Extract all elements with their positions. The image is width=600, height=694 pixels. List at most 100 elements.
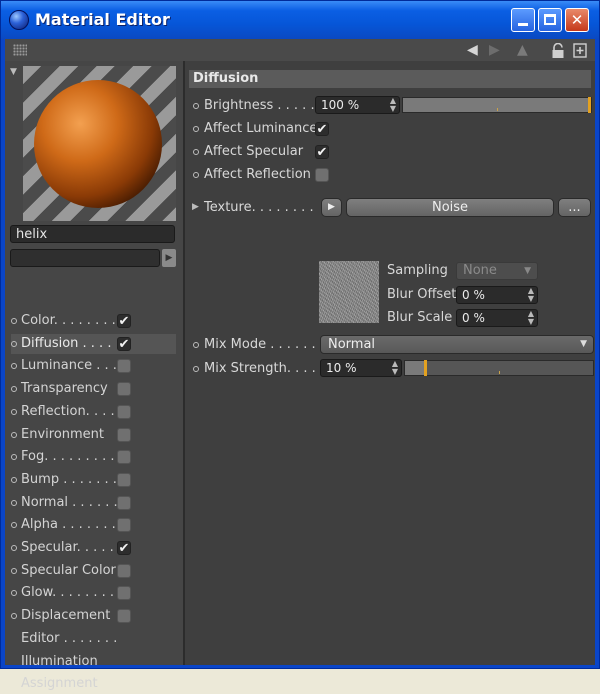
- affect-specular-label: Affect Specular: [204, 144, 304, 159]
- channel-dot-icon: [11, 567, 17, 574]
- channel-dot-icon: [11, 386, 17, 393]
- texture-more-button[interactable]: ...: [558, 198, 591, 217]
- texture-row: ▶ Texture. . . . . . . . ▶ Noise ...: [189, 198, 593, 218]
- spinner-icon[interactable]: ▲ ▼: [390, 97, 396, 113]
- channel-checkbox[interactable]: [117, 359, 131, 374]
- spinner-icon[interactable]: ▲ ▼: [528, 310, 534, 326]
- channel-item[interactable]: Alpha . . . . . . .: [11, 515, 176, 535]
- texture-noise-button[interactable]: Noise: [346, 198, 554, 217]
- channel-label: Normal . . . . . .: [21, 494, 118, 510]
- channel-item[interactable]: Fog. . . . . . . . .: [11, 447, 176, 467]
- slider-handle[interactable]: [588, 97, 591, 113]
- channel-checkbox[interactable]: ✔: [117, 336, 131, 351]
- preview-menu-icon[interactable]: ▼: [10, 67, 17, 77]
- channel-checkbox[interactable]: ✔: [117, 541, 131, 555]
- affect-specular-checkbox[interactable]: ✔: [315, 145, 329, 159]
- channel-checkbox[interactable]: [117, 472, 131, 487]
- mix-strength-slider[interactable]: [404, 360, 594, 376]
- channel-label: Specular. . . . .: [21, 540, 114, 555]
- dropdown-arrow-icon[interactable]: ▶: [162, 249, 176, 267]
- channel-item[interactable]: Diffusion . . . . . ✔: [11, 333, 176, 354]
- close-button[interactable]: ✕: [565, 8, 589, 32]
- animate-dot-icon[interactable]: [193, 103, 199, 109]
- channel-item[interactable]: Color. . . . . . . . ✔: [11, 311, 176, 331]
- channel-dot-icon: [11, 522, 17, 529]
- blur-scale-input[interactable]: 0 % ▲ ▼: [456, 309, 538, 327]
- blur-offset-input[interactable]: 0 % ▲ ▼: [456, 286, 538, 304]
- channel-checkbox[interactable]: [117, 609, 131, 624]
- channel-dot-icon: [11, 454, 17, 461]
- channel-item[interactable]: Normal . . . . . .: [11, 493, 176, 513]
- animate-dot-icon[interactable]: [193, 366, 199, 372]
- affect-reflection-row: Affect Reflection: [189, 165, 593, 185]
- expand-arrow-icon[interactable]: ▶: [192, 202, 199, 212]
- channel-item[interactable]: Specular Color: [11, 561, 176, 581]
- app-icon: [9, 10, 29, 30]
- material-name-field[interactable]: helix: [10, 225, 175, 243]
- brightness-label: Brightness . . . . .: [204, 98, 315, 113]
- channel-checkbox[interactable]: ✔: [117, 314, 131, 328]
- channel-checkbox[interactable]: [117, 450, 131, 465]
- channel-item[interactable]: Glow. . . . . . . .: [11, 583, 176, 603]
- channel-dot-icon: [11, 408, 17, 415]
- channel-checkbox[interactable]: [117, 563, 131, 578]
- brightness-slider[interactable]: [402, 97, 592, 113]
- channel-item[interactable]: Bump . . . . . . .: [11, 470, 176, 490]
- lock-icon[interactable]: [551, 42, 565, 62]
- affect-reflection-checkbox[interactable]: [315, 168, 329, 182]
- grip-icon[interactable]: [13, 44, 27, 56]
- channel-item[interactable]: Assignment: [11, 674, 176, 694]
- affect-luminance-checkbox[interactable]: ✔: [315, 122, 329, 136]
- pointer-icon[interactable]: ▲: [517, 43, 528, 57]
- channel-checkbox[interactable]: [117, 495, 131, 510]
- channel-label: Reflection. . . .: [21, 403, 115, 419]
- spinner-icon[interactable]: ▲ ▼: [528, 287, 534, 303]
- channel-dot-icon: [11, 318, 17, 324]
- channel-item[interactable]: Specular. . . . . ✔: [11, 538, 176, 558]
- channel-label: Transparency: [21, 381, 108, 397]
- animate-dot-icon[interactable]: [193, 342, 199, 348]
- channel-checkbox[interactable]: [117, 518, 131, 533]
- channel-label: Luminance . . .: [21, 358, 117, 374]
- spinner-icon[interactable]: ▲ ▼: [392, 360, 398, 376]
- arrow-right-icon[interactable]: ▶: [489, 43, 500, 57]
- noise-texture-thumbnail[interactable]: [319, 261, 379, 323]
- channel-item[interactable]: Reflection. . . .: [11, 402, 176, 422]
- slider-handle[interactable]: [423, 360, 427, 376]
- channel-dot-icon: [11, 431, 17, 438]
- animate-dot-icon[interactable]: [193, 126, 199, 132]
- channel-item[interactable]: Luminance . . .: [11, 356, 176, 376]
- section-header: Diffusion: [189, 70, 591, 88]
- channel-checkbox[interactable]: [117, 586, 131, 601]
- new-window-icon[interactable]: [573, 43, 587, 61]
- animate-dot-icon[interactable]: [193, 172, 199, 178]
- channel-checkbox[interactable]: [117, 382, 131, 397]
- affect-luminance-label: Affect Luminance: [204, 121, 318, 136]
- mix-mode-select[interactable]: Normal ▼: [320, 335, 594, 354]
- title-bar[interactable]: Material Editor ✕: [1, 1, 599, 39]
- channel-label: Displacement: [21, 608, 111, 624]
- channel-item[interactable]: Environment: [11, 425, 176, 445]
- preview-sphere: [34, 80, 162, 208]
- channel-item[interactable]: Editor . . . . . . .: [11, 629, 176, 649]
- minimize-button[interactable]: [511, 8, 535, 32]
- channel-checkbox[interactable]: [117, 427, 131, 442]
- channel-item[interactable]: Transparency: [11, 379, 176, 399]
- affect-specular-row: Affect Specular ✔: [189, 142, 593, 162]
- channel-dot-icon: [11, 340, 17, 347]
- channel-checkbox[interactable]: [117, 404, 131, 419]
- channel-label: Environment: [21, 426, 105, 442]
- diffusion-panel: Diffusion Brightness . . . . . 100 % ▲▼: [185, 61, 595, 665]
- material-dropdown[interactable]: [10, 249, 160, 267]
- blur-offset-label: Blur Offset: [387, 287, 457, 302]
- mix-strength-input[interactable]: 10 % ▲ ▼: [320, 359, 402, 377]
- brightness-input[interactable]: 100 % ▲ ▼: [315, 96, 400, 114]
- channel-item[interactable]: Displacement: [11, 606, 176, 626]
- texture-menu-button[interactable]: ▶: [321, 198, 342, 217]
- material-preview[interactable]: [23, 66, 176, 221]
- channel-label: Editor . . . . . . .: [21, 630, 118, 646]
- maximize-button[interactable]: [538, 8, 562, 32]
- channel-label: Bump . . . . . . .: [21, 471, 117, 487]
- arrow-left-icon[interactable]: ◀: [467, 43, 478, 57]
- animate-dot-icon[interactable]: [193, 149, 199, 155]
